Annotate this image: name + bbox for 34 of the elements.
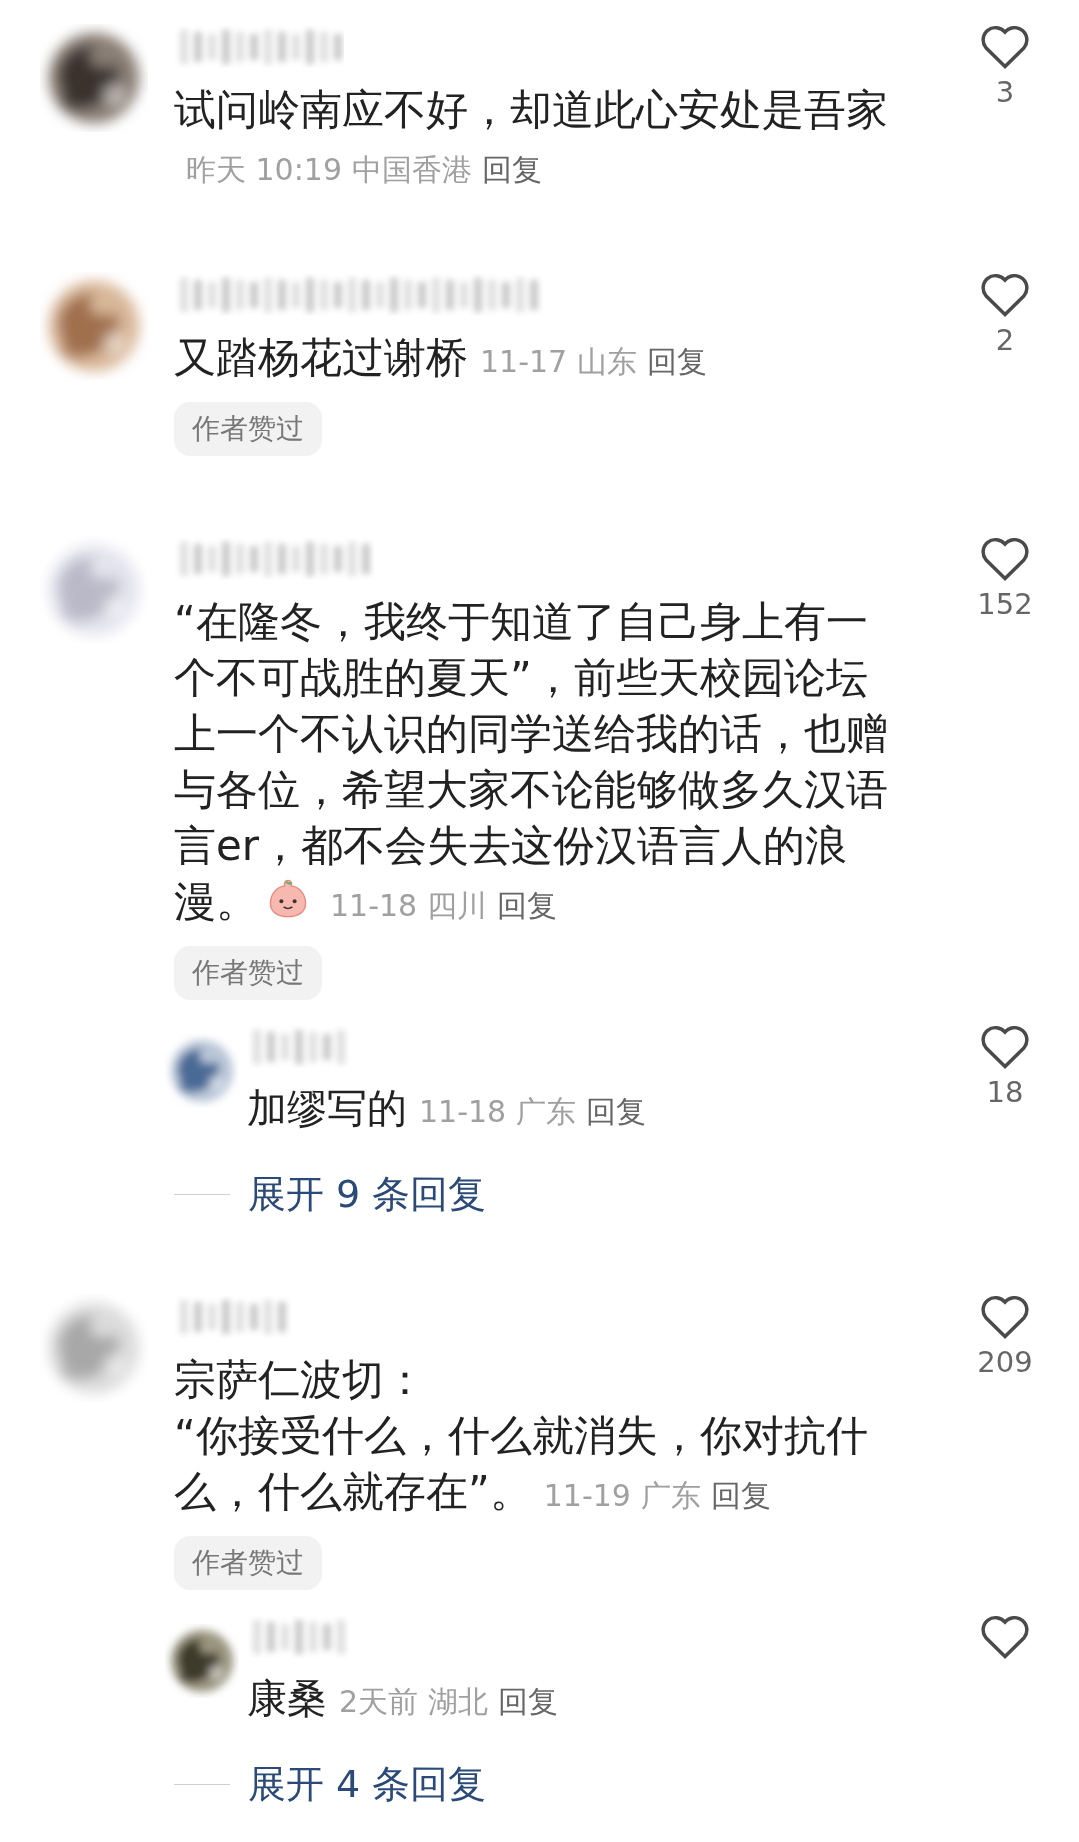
like-count: 18 bbox=[986, 1074, 1024, 1111]
comment-date: 11-19 bbox=[543, 1478, 631, 1513]
like-count: 152 bbox=[977, 586, 1033, 623]
comment-location: 广东 bbox=[640, 1478, 701, 1513]
reply-link[interactable]: 回复 bbox=[482, 152, 542, 187]
author-liked-badge: 作者赞过 bbox=[174, 946, 322, 1000]
comment-text: 试问岭南应不好，却道此心安处是吾家 昨天 10:19 中国香港 回复 bbox=[174, 84, 889, 189]
expand-replies-link[interactable]: 展开 9 条回复 bbox=[248, 1168, 487, 1220]
comment-date: 11-18 bbox=[419, 1094, 507, 1129]
reply-link[interactable]: 回复 bbox=[498, 1684, 559, 1719]
comment-text: “在隆冬，我终于知道了自己身上有一个不可战胜的夏天”，前些天校园论坛上一个不认识的同学送给我的话，也赠与各位，希望大家不论能够做多久汉语言er，都不会失去这份汉语言人的浪漫。 11-18 四川 回复 bbox=[174, 596, 889, 928]
expand-replies-link[interactable]: 展开 4 条回复 bbox=[248, 1758, 487, 1810]
comment-text: 宗萨仁波切： “你接受什么，什么就消失，你对抗什么，什么就存在”。 11-19 广东 回复 bbox=[174, 1354, 869, 1518]
comment-location: 湖北 bbox=[428, 1684, 489, 1719]
comment-location: 中国香港 bbox=[352, 152, 472, 187]
comment-date: 2天前 bbox=[339, 1684, 419, 1719]
like-count: 209 bbox=[977, 1344, 1033, 1381]
author-liked-badge: 作者赞过 bbox=[174, 402, 322, 456]
reply-link[interactable]: 回复 bbox=[710, 1478, 771, 1513]
comment-date: 昨天 10:19 bbox=[186, 152, 342, 187]
reply-link[interactable]: 回复 bbox=[647, 344, 708, 379]
like-count: 3 bbox=[995, 74, 1015, 111]
reply-text: 加缪写的 11-18 广东 回复 bbox=[247, 1084, 648, 1133]
comment-location: 山东 bbox=[577, 344, 638, 379]
comment-location: 广东 bbox=[516, 1094, 577, 1129]
comment-location: 四川 bbox=[427, 888, 488, 923]
comment-text: 又踏杨花过谢桥 11-17 山东 回复 bbox=[174, 332, 709, 384]
author-liked-badge: 作者赞过 bbox=[174, 1536, 322, 1590]
reply-link[interactable]: 回复 bbox=[497, 888, 558, 923]
comment-date: 11-18 bbox=[330, 888, 418, 923]
reply-link[interactable]: 回复 bbox=[586, 1094, 647, 1129]
like-count: 2 bbox=[995, 322, 1015, 359]
reply-text: 康桑 2天前 湖北 回复 bbox=[247, 1674, 560, 1723]
comment-date: 11-17 bbox=[480, 344, 568, 379]
